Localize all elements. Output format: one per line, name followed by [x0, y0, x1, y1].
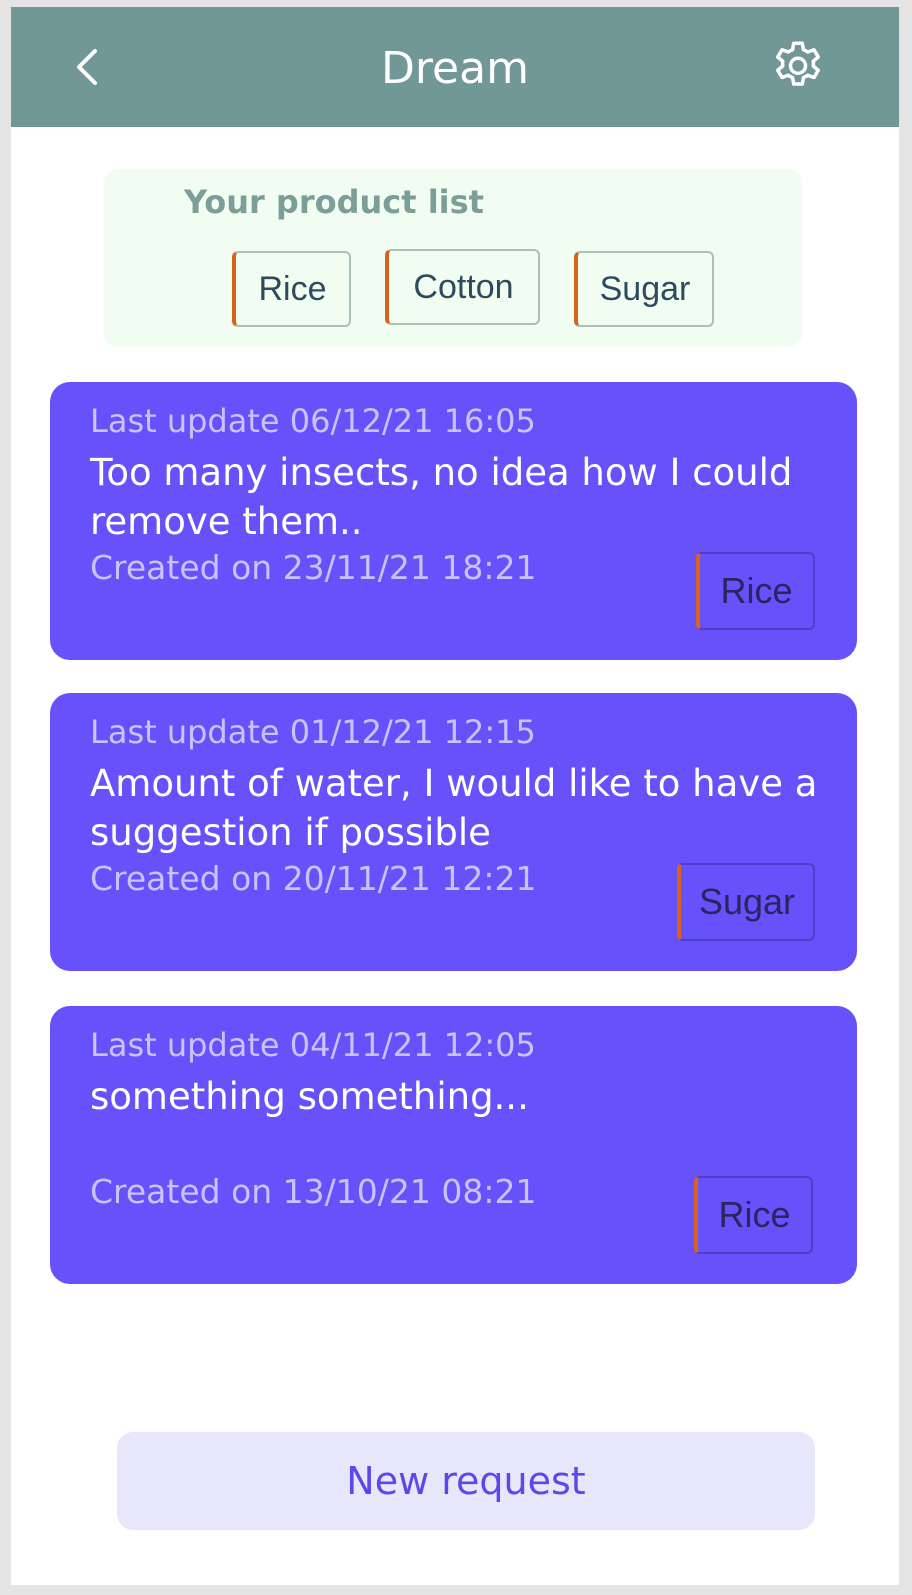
page-title: Dream	[381, 43, 529, 94]
created-date-text: Created on 23/11/21 18:21	[90, 548, 537, 587]
request-card[interactable]: Last update 04/11/21 12:05 something som…	[50, 1006, 857, 1284]
request-message: Amount of water, I would like to have a …	[90, 762, 818, 854]
created-date-text: Created on 20/11/21 12:21	[90, 859, 537, 898]
product-chip-rice[interactable]: Rice	[232, 251, 351, 327]
product-chip-cotton[interactable]: Cotton	[385, 249, 540, 325]
request-card[interactable]: Last update 06/12/21 16:05 Too many inse…	[50, 382, 857, 660]
created-date-text: Created on 13/10/21 08:21	[90, 1172, 537, 1211]
last-update-text: Last update 01/12/21 12:15	[90, 713, 536, 751]
settings-button[interactable]	[767, 36, 829, 98]
request-message: something something...	[90, 1075, 529, 1118]
request-tag[interactable]: Sugar	[677, 863, 815, 941]
product-chip-sugar[interactable]: Sugar	[574, 251, 714, 327]
request-tag[interactable]: Rice	[696, 552, 815, 630]
request-tag[interactable]: Rice	[694, 1176, 813, 1254]
last-update-text: Last update 04/11/21 12:05	[90, 1026, 536, 1064]
app-header: Dream	[11, 7, 899, 127]
new-request-button[interactable]: New request	[117, 1432, 815, 1530]
chevron-left-icon	[77, 49, 97, 85]
request-message: Too many insects, no idea how I could re…	[90, 451, 793, 543]
back-button[interactable]	[63, 37, 113, 97]
request-card[interactable]: Last update 01/12/21 12:15 Amount of wat…	[50, 693, 857, 971]
gear-icon	[776, 41, 820, 86]
product-list-panel: Your product list Rice Cotton Sugar	[104, 169, 802, 347]
last-update-text: Last update 06/12/21 16:05	[90, 402, 536, 440]
app-screen: Dream Your product list Rice Cotton Suga…	[11, 7, 899, 1585]
product-list-title: Your product list	[184, 183, 484, 221]
